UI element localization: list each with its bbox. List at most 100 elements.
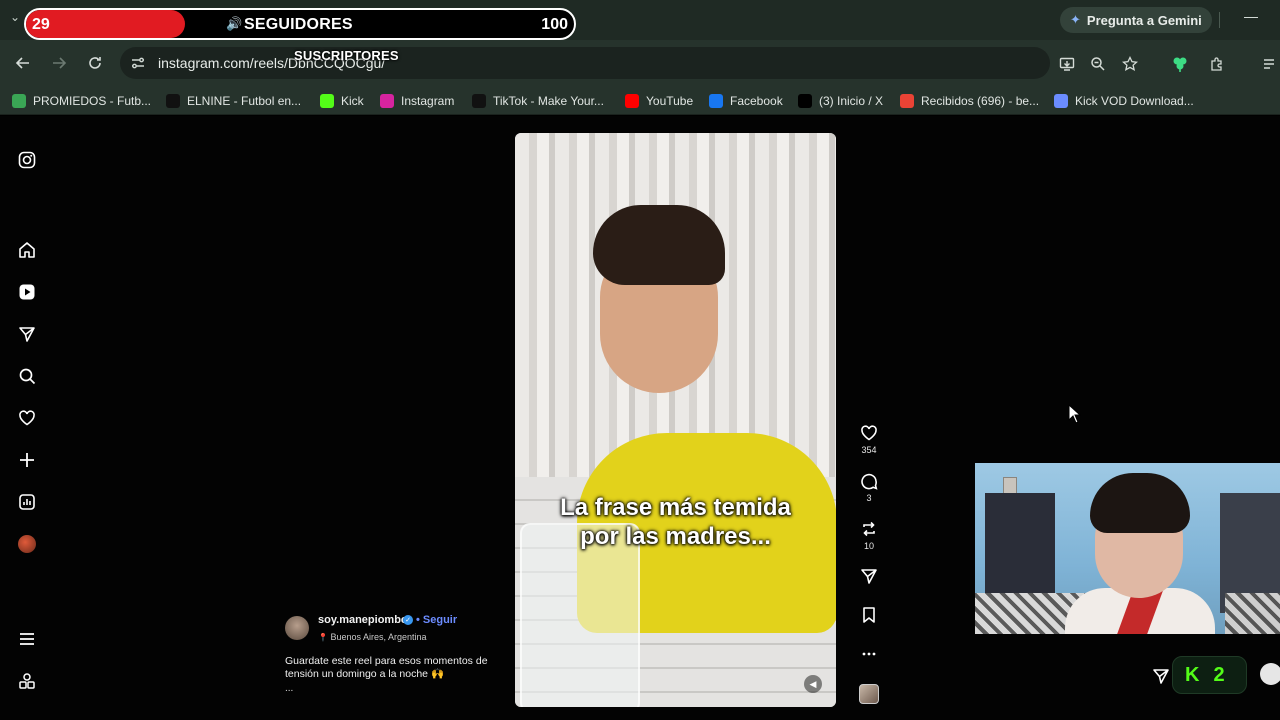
followers-label: SEGUIDORES: [244, 16, 353, 33]
window-controls-divider: [1219, 12, 1220, 28]
repost-action[interactable]: 10: [858, 518, 880, 551]
bookmark-item-promiedos[interactable]: PROMIEDOS - Futb...: [12, 92, 151, 110]
screen: ⌄ ✦ Pregunta a Gemini — 29 🔊 SEGUIDORES …: [0, 0, 1280, 720]
repost-icon[interactable]: [858, 518, 880, 540]
bookmark-label: (3) Inicio / X: [819, 94, 884, 108]
like-action[interactable]: 354: [858, 422, 880, 455]
more-options-action[interactable]: [858, 643, 880, 665]
tiktok-icon: [472, 94, 486, 108]
bookmark-item-kick-vod[interactable]: Kick VOD Download...: [1054, 92, 1194, 110]
messages-send-icon[interactable]: [16, 323, 38, 345]
reload-icon[interactable]: [84, 52, 106, 74]
back-arrow-icon[interactable]: [12, 52, 34, 74]
subscribers-label: SUSCRIPTORES: [294, 48, 399, 63]
webcam-curtain-left: [985, 493, 1055, 603]
description-more-link[interactable]: ...: [285, 683, 293, 694]
install-app-icon[interactable]: [1057, 54, 1077, 74]
search-icon[interactable]: [16, 365, 38, 387]
instagram-icon: [380, 94, 394, 108]
verified-badge-icon: ✓: [403, 615, 413, 625]
bookmark-item-elnine[interactable]: ELNINE - Futbol en...: [166, 92, 301, 110]
bookmark-label: Kick: [341, 94, 364, 108]
also-from-meta-icon[interactable]: [16, 670, 38, 692]
kick-viewers-widget: K 2: [1172, 656, 1247, 694]
location-pin-icon: 📍: [318, 633, 328, 642]
bookmark-item-kick[interactable]: Kick: [320, 92, 364, 110]
bookmark-label: Recibidos (696) - be...: [921, 94, 1040, 108]
bookmark-label: YouTube: [646, 94, 694, 108]
reading-list-icon[interactable]: [1260, 54, 1280, 74]
messages-avatar[interactable]: [1260, 663, 1280, 685]
comment-bubble-icon[interactable]: [858, 470, 880, 492]
kick-vod-icon: [1054, 94, 1068, 108]
gmail-icon: [900, 94, 914, 108]
extensions-puzzle-icon[interactable]: [1207, 54, 1227, 74]
streamer-webcam: [975, 463, 1280, 634]
author-location-text: Buenos Aires, Argentina: [330, 632, 427, 642]
bookmark-item-gmail[interactable]: Recibidos (696) - be...: [900, 92, 1039, 110]
save-bookmark-icon[interactable]: [858, 604, 880, 626]
reel-caption-line-2: por las madres...: [580, 523, 771, 550]
webcam-bed-right: [1225, 593, 1280, 634]
like-count: 354: [861, 445, 877, 455]
bookmark-item-youtube[interactable]: YouTube: [625, 92, 693, 110]
extension-clover-icon[interactable]: [1170, 54, 1190, 74]
site-settings-icon[interactable]: [130, 55, 146, 71]
create-plus-icon[interactable]: [16, 449, 38, 471]
video-subject-hair: [593, 205, 725, 285]
mute-speaker-icon[interactable]: ◀: [804, 675, 822, 693]
bookmark-item-tiktok[interactable]: TikTok - Make Your...: [472, 92, 604, 110]
like-heart-icon[interactable]: [858, 422, 880, 444]
notifications-heart-icon[interactable]: [16, 407, 38, 429]
author-username[interactable]: soy.manepiombo: [318, 614, 408, 626]
follow-button[interactable]: • Seguir: [416, 614, 457, 626]
bookmark-item-facebook[interactable]: Facebook: [709, 92, 783, 110]
reels-icon[interactable]: [16, 281, 38, 303]
direct-messages-icon[interactable]: [1150, 665, 1172, 687]
x-icon: [798, 94, 812, 108]
more-dots-icon[interactable]: [858, 643, 880, 665]
share-send-icon[interactable]: [858, 565, 880, 587]
zoom-icon[interactable]: [1088, 54, 1108, 74]
bookmark-label: ELNINE - Futbol en...: [187, 94, 302, 108]
ask-gemini-button[interactable]: ✦ Pregunta a Gemini: [1060, 7, 1212, 33]
elnine-icon: [166, 94, 180, 108]
home-icon[interactable]: [16, 239, 38, 261]
comment-action[interactable]: 3: [858, 470, 880, 503]
kick-viewer-count: 2: [1213, 663, 1225, 686]
ask-gemini-label: Pregunta a Gemini: [1086, 12, 1202, 28]
bookmark-label: Facebook: [730, 94, 783, 108]
original-audio-thumbnail[interactable]: [859, 684, 879, 704]
bookmark-star-icon[interactable]: [1120, 54, 1140, 74]
followers-goal: 100: [541, 16, 568, 33]
bookmark-item-x[interactable]: (3) Inicio / X: [798, 92, 883, 110]
speaker-icon: 🔊: [226, 16, 243, 31]
bookmark-item-instagram[interactable]: Instagram: [380, 92, 454, 110]
kick-logo-icon: K: [1185, 663, 1200, 686]
instagram-logo-icon[interactable]: [16, 149, 38, 171]
followers-count: 29: [32, 16, 50, 33]
reel-caption: La frase más temida por las madres...: [515, 493, 836, 551]
followers-goal-bar: 29 🔊 SEGUIDORES 100: [24, 8, 576, 40]
kick-icon: [320, 94, 334, 108]
bookmark-label: TikTok - Make Your...: [493, 94, 604, 108]
bookmark-label: PROMIEDOS - Futb...: [33, 94, 152, 108]
comment-count: 3: [866, 493, 872, 503]
save-action[interactable]: [858, 604, 880, 626]
share-action[interactable]: [858, 565, 880, 587]
bookmark-label: Kick VOD Download...: [1075, 94, 1194, 108]
minimize-window-button[interactable]: —: [1240, 8, 1262, 30]
facebook-icon: [709, 94, 723, 108]
author-location[interactable]: 📍 Buenos Aires, Argentina: [318, 632, 427, 642]
forward-arrow-icon[interactable]: [48, 52, 70, 74]
reel-caption-line-1: La frase más temida: [560, 494, 791, 521]
profile-avatar[interactable]: [18, 535, 36, 553]
bookmark-label: Instagram: [401, 94, 455, 108]
dashboard-chart-icon[interactable]: [16, 491, 38, 513]
reel-video[interactable]: La frase más temida por las madres... ◀: [515, 133, 836, 707]
gemini-spark-icon: ✦: [1070, 12, 1081, 27]
youtube-icon: [625, 94, 639, 108]
more-menu-icon[interactable]: [16, 628, 38, 650]
reel-description: Guardate este reel para esos momentos de…: [285, 655, 488, 680]
author-avatar[interactable]: [285, 616, 309, 640]
